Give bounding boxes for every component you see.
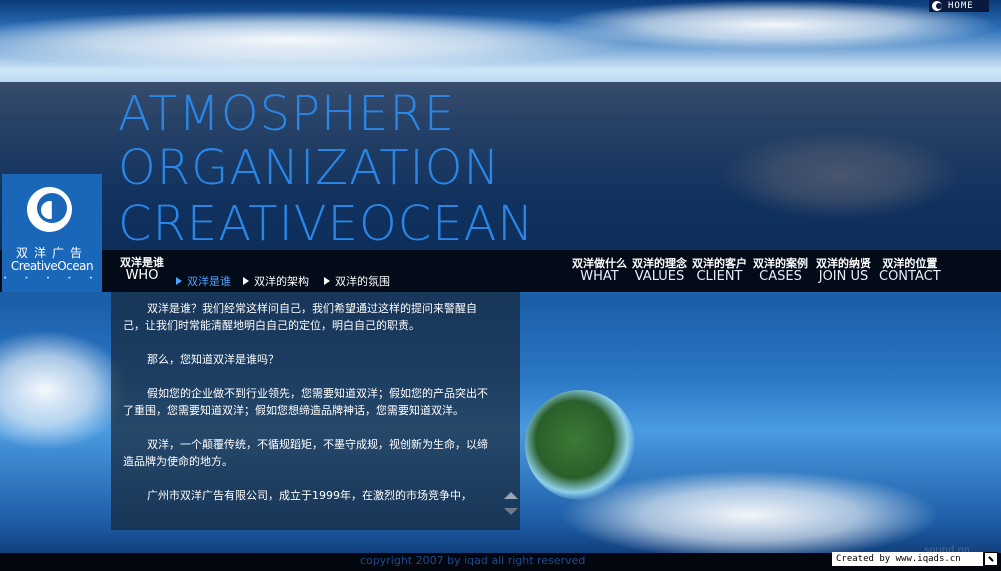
headline-line-3: CREATIVEOCEAN — [118, 196, 535, 252]
triangle-right-icon — [243, 277, 249, 285]
subnav-structure[interactable]: 双洋的架构 — [243, 273, 309, 289]
triangle-right-icon — [176, 277, 182, 285]
paragraph: 双洋是谁？我们经常这样问自己，我们希望通过这样的提问来警醒自己，让我们时常能清醒… — [123, 302, 477, 332]
nav-label-en: CONTACT — [879, 269, 941, 284]
scroll-down-arrow-icon[interactable] — [504, 508, 518, 515]
content-body: 双洋是谁？我们经常这样问自己，我们希望通过这样的提问来警醒自己，让我们时常能清醒… — [123, 300, 497, 504]
swirl-logo-icon — [27, 187, 72, 232]
section-title-en: WHO — [125, 268, 159, 283]
section-title: 双洋是谁 WHO — [120, 257, 164, 283]
paragraph: 假如您的企业做不到行业领先，您需要知道双洋；假如您的产品突出不了重围，您需要知道… — [123, 387, 488, 417]
home-button[interactable]: HOME — [929, 0, 989, 12]
nav-label-en: JOIN US — [818, 269, 869, 284]
nav-cases[interactable]: 双洋的案例 CASES — [753, 258, 808, 284]
headline-line-1: ATMOSPHERE — [118, 86, 456, 142]
nav-label-en: VALUES — [634, 269, 685, 284]
paragraph: 那么，您知道双洋是谁吗？ — [147, 353, 279, 366]
nav-label-en: CLIENT — [696, 269, 743, 284]
home-logo-icon — [932, 1, 942, 11]
logo-dots: • • • • • — [3, 275, 101, 282]
subnav-label: 双洋的氛围 — [335, 275, 390, 288]
company-logo[interactable]: 双洋广告 CreativeOcean • • • • • — [2, 174, 102, 292]
subnav-label: 双洋是谁 — [187, 275, 231, 288]
cloud-bottom-right — [560, 470, 940, 560]
nav-what[interactable]: 双洋做什么 WHAT — [572, 258, 627, 284]
content-panel: 双洋是谁？我们经常这样问自己，我们希望通过这样的提问来警醒自己，让我们时常能清醒… — [111, 292, 520, 530]
triangle-right-icon — [324, 277, 330, 285]
cloud-top — [0, 10, 640, 70]
subnav-who[interactable]: 双洋是谁 — [176, 273, 231, 289]
created-by-badge[interactable]: Created by www.iqads.cn — [832, 552, 983, 566]
paragraph: 双洋，一个颠覆传统，不循规蹈矩，不墨守成规，视创新为生命，以缔造品牌为使命的地方… — [123, 438, 488, 468]
subnav-label: 双洋的架构 — [254, 275, 309, 288]
nav-contact[interactable]: 双洋的位置 CONTACT — [879, 258, 941, 284]
resize-corner-icon[interactable] — [984, 552, 998, 566]
logo-en-name: CreativeOcean — [10, 259, 94, 273]
subnav-atmosphere[interactable]: 双洋的氛围 — [324, 273, 390, 289]
nav-label-en: WHAT — [580, 269, 619, 284]
copyright-text: copyright 2007 by iqad all right reserve… — [360, 554, 586, 567]
headline-line-2: ORGANIZATION — [118, 140, 501, 196]
scroll-up-arrow-icon[interactable] — [504, 492, 518, 499]
paragraph: 广州市双洋广告有限公司，成立于1999年，在激烈的市场竞争中， — [147, 489, 472, 502]
home-label: HOME — [948, 1, 974, 11]
nav-values[interactable]: 双洋的理念 VALUES — [632, 258, 687, 284]
nav-join-us[interactable]: 双洋的纳贤 JOIN US — [816, 258, 871, 284]
nav-label-en: CASES — [759, 269, 802, 284]
nav-client[interactable]: 双洋的客户 CLIENT — [692, 258, 747, 284]
